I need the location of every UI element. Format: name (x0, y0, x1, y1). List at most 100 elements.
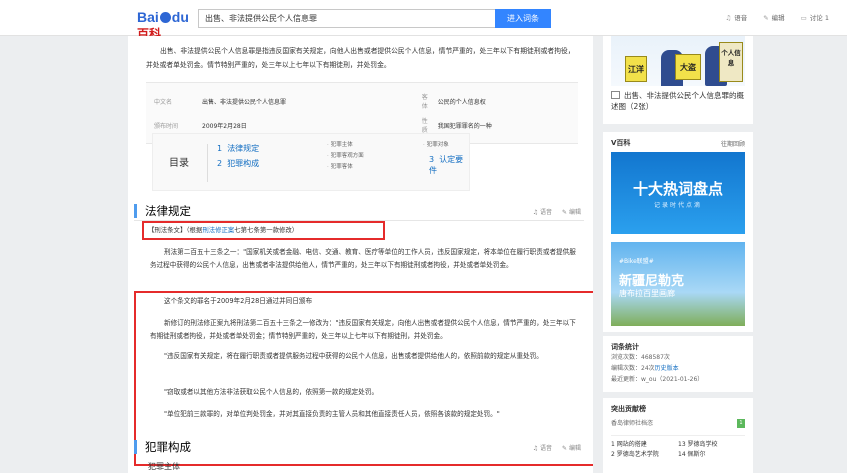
stats-card: 词条统计 浏览次数：468587次 编辑次数：24次历史版本 最近更新：w_ou… (603, 336, 753, 392)
law-paragraph: 刑法第二百五十三条之一："国家机关或者金融、电信、交通、教育、医疗等单位的工作人… (150, 248, 576, 269)
subsection-title: 犯罪主体 (148, 462, 180, 471)
toc-divider (207, 144, 208, 182)
sidebar: 江洋 大盗 个人信息 出售、非法提供公民个人信息罪的概述图（2张） V百科 往期… (603, 36, 753, 473)
list-item[interactable]: 13 罗德岛学校 (678, 440, 745, 450)
toc-sub-item[interactable]: 犯罪对象 (423, 140, 449, 148)
law-paragraph: "单位犯前三款罪的，对单位判处罚金，并对其直接负责的主管人员和其他直接责任人员，… (164, 410, 500, 418)
list-item[interactable]: 14 佩斯尔 (678, 450, 745, 460)
toc-item-label: 犯罪构成 (227, 159, 260, 168)
info-value: 公民的个人信息权 (437, 98, 486, 106)
top-links: ♫ 语音 ✎ 编辑 ▭ 讨论 1 (725, 12, 829, 22)
section-tools: ♫ 语音 ✎ 编辑 (533, 443, 581, 452)
toc-item-num: 2 (217, 159, 223, 168)
section-title-legal: 法律规定 (134, 204, 191, 218)
contrib-item-text: 香岛律师社档恣 (611, 420, 654, 427)
banner-title: 新疆尼勒克 (619, 274, 685, 289)
logo-text-b: du (171, 9, 189, 25)
album-icon (611, 91, 620, 99)
logo-text-a: Bai (137, 9, 159, 25)
section-tools: ♫ 语音 ✎ 编辑 (533, 207, 581, 216)
law-paragraph: 新修订的刑法修正案九将刑法第二百五十三条之一修改为："违反国家有关规定，向他人出… (150, 319, 576, 340)
sign-text: 个人信息 (719, 42, 743, 82)
album-card[interactable]: 江洋 大盗 个人信息 出售、非法提供公民个人信息罪的概述图（2张） (603, 36, 753, 124)
top-link-discuss-label: 讨论 1 (809, 14, 829, 22)
vbaike-title: V百科 (611, 139, 631, 147)
contrib-badge: 1 (737, 419, 745, 428)
hotword-banner[interactable]: 十大热词盘点 记录时代点滴 (611, 152, 745, 234)
toc-item-num: 1 (217, 144, 223, 153)
search-button[interactable]: 进入词条 (495, 9, 551, 28)
section-voice-button[interactable]: ♫ 语音 (533, 207, 552, 216)
banner-tag: #Bike联盟# (619, 258, 654, 265)
toc-item-1[interactable]: 1 法律规定 (217, 143, 259, 154)
stat-row: 编辑次数：24次历史版本 (611, 363, 745, 374)
section-edit-button[interactable]: ✎ 编辑 (562, 443, 581, 452)
section-edit-label: 编辑 (568, 445, 581, 452)
contrib-title: 突出贡献榜 (611, 405, 646, 413)
toc-item-2[interactable]: 2 犯罪构成 (217, 158, 259, 169)
law-paragraph: "违反国家有关规定，将在履行职责或者提供服务过程中获得的公民个人信息，出售或者提… (164, 352, 543, 360)
edit-icon: ✎ (562, 445, 569, 452)
stat-value: 24次 (641, 365, 655, 372)
stat-value: 468587次 (641, 354, 670, 361)
album-image: 江洋 大盗 个人信息 (611, 36, 745, 86)
toc-item-label: 认定要件 (429, 155, 464, 175)
info-key: 中文名 (154, 98, 173, 106)
stat-label: 最近更新： (611, 376, 642, 383)
law-paragraph: 这个条文的罪名于2009年2月28日通过并同日颁布 (164, 297, 313, 305)
banner-title: 十大热词盘点 (632, 180, 723, 198)
law-tag-prefix: 【刑法条文】（根据 (148, 226, 203, 234)
info-key: 客 体 (421, 94, 434, 110)
basic-info-row: 中文名 出售、非法提供公民个人信息罪 客 体 公民的个人信息权 (154, 89, 570, 113)
top-link-voice[interactable]: ♫ 语音 (725, 12, 747, 22)
edit-icon: ✎ (763, 14, 769, 22)
paw-icon (159, 12, 171, 23)
contrib-item[interactable]: 香岛律师社档恣 1 (611, 418, 745, 429)
toc-sub-item[interactable]: 犯罪客观方面 (327, 151, 364, 159)
top-bar: Bai du百科 出售、非法提供公民个人信息罪 进入词条 ♫ 语音 ✎ 编辑 ▭ 讨论 … (0, 0, 847, 41)
sign-text: 江洋 (625, 56, 647, 82)
toc-sub-item[interactable]: 犯罪主体 (327, 140, 353, 148)
history-version-link[interactable]: 历史版本 (655, 365, 679, 372)
vbaike-card: V百科 往期回顾 十大热词盘点 记录时代点滴 #Bike联盟# 新疆尼勒克 唐布… (603, 132, 753, 332)
section-voice-button[interactable]: ♫ 语音 (533, 443, 552, 452)
contributors-card: 突出贡献榜 香岛律师社档恣 1 1 网站的搭建 13 罗德岛学校 2 罗德岛艺术… (603, 398, 753, 473)
law-amendment-link[interactable]: 刑法修正案 (202, 226, 234, 234)
table-of-contents: 目录 1 法律规定 2 犯罪构成 犯罪主体 犯罪客观方面 犯罪客体 犯罪对象 3… (152, 133, 470, 191)
top-link-edit-label: 编辑 (771, 14, 785, 22)
baidu-baike-logo[interactable]: Bai du百科 (137, 9, 193, 41)
travel-banner[interactable]: #Bike联盟# 新疆尼勒克 唐布拉百里画廊 (611, 242, 745, 326)
headphones-icon: ♫ (532, 209, 541, 216)
stat-value: w_ou（2021-01-26） (641, 376, 704, 383)
law-paragraph: "窃取或者以其他方法非法获取公民个人信息的，依照第一款的规定处罚。 (164, 388, 379, 396)
banner-subtitle: 记录时代点滴 (653, 202, 702, 209)
toc-item-3[interactable]: 3 认定要件 (429, 154, 469, 176)
search-input[interactable]: 出售、非法提供公民个人信息罪 (198, 9, 496, 28)
toc-sub-item[interactable]: 犯罪客体 (327, 162, 353, 170)
stats-title: 词条统计 (611, 343, 639, 351)
album-caption[interactable]: 出售、非法提供公民个人信息罪的概述图（2张） (611, 90, 747, 112)
album-caption-text: 出售、非法提供公民个人信息罪的概述图（2张） (611, 91, 744, 111)
top-link-edit[interactable]: ✎ 编辑 (763, 12, 784, 22)
law-tag: 【刑法条文】（根据刑法修正案七第七条第一款修改） (148, 225, 578, 236)
top-link-discuss[interactable]: ▭ 讨论 1 (801, 12, 829, 22)
section-edit-button[interactable]: ✎ 编辑 (562, 207, 581, 216)
banner-subtitle: 唐布拉百里画廊 (619, 289, 675, 298)
top-link-voice-label: 语音 (734, 14, 748, 22)
sign-text: 大盗 (675, 54, 701, 80)
stat-label: 浏览次数： (611, 354, 642, 361)
toc-item-num: 3 (429, 155, 435, 164)
article-content: 出售、非法提供公民个人信息罪是指违反国家有关规定，向他人出售或者提供公民个人信息… (128, 36, 593, 473)
intro-paragraph: 出售、非法提供公民个人信息罪是指违反国家有关规定，向他人出售或者提供公民个人信息… (146, 47, 575, 69)
law-tag-suffix: 七第七条第一款修改） (234, 226, 299, 234)
section-edit-label: 编辑 (568, 209, 581, 216)
list-item[interactable]: 2 罗德岛艺术学院 (611, 450, 678, 460)
section-voice-label: 语音 (540, 445, 553, 452)
section-title-composition: 犯罪构成 (134, 440, 191, 454)
list-item[interactable]: 1 网站的搭建 (611, 440, 678, 450)
headphones-icon: ♫ (532, 445, 541, 452)
toc-title: 目录 (169, 158, 189, 169)
info-value: 出售、非法提供公民个人信息罪 (202, 98, 287, 106)
section-voice-label: 语音 (540, 209, 553, 216)
vbaike-more-link[interactable]: 往期回顾 (721, 139, 745, 148)
